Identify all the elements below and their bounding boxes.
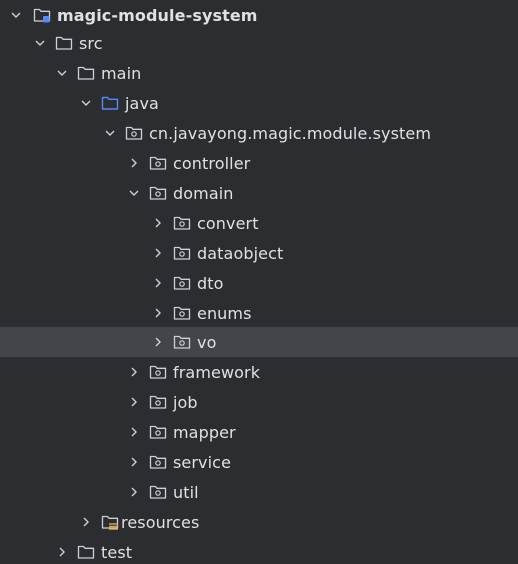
- chevron-right-icon[interactable]: [127, 365, 141, 379]
- chevron-right-icon[interactable]: [127, 455, 141, 469]
- package-icon: [125, 124, 143, 142]
- package-icon: [173, 304, 191, 322]
- tree-item-label: util: [173, 482, 199, 502]
- package-icon: [149, 453, 167, 471]
- tree-item-dto[interactable]: dto: [0, 268, 518, 298]
- folder-icon: [77, 543, 95, 561]
- tree-item-label: controller: [173, 153, 251, 173]
- tree-item-job[interactable]: job: [0, 387, 518, 417]
- chevron-right-icon[interactable]: [151, 276, 165, 290]
- chevron-right-icon[interactable]: [79, 515, 93, 529]
- tree-item-label: dto: [197, 273, 224, 293]
- tree-item-label: framework: [173, 362, 261, 382]
- package-icon: [173, 274, 191, 292]
- chevron-right-icon[interactable]: [151, 216, 165, 230]
- module-folder-icon: [33, 6, 51, 24]
- tree-item-label: java: [125, 93, 159, 113]
- package-icon: [149, 423, 167, 441]
- tree-item-service[interactable]: service: [0, 447, 518, 477]
- tree-item-mapper[interactable]: mapper: [0, 417, 518, 447]
- tree-item-convert[interactable]: convert: [0, 208, 518, 238]
- package-icon: [149, 393, 167, 411]
- chevron-down-icon[interactable]: [103, 126, 117, 140]
- tree-item-test[interactable]: test: [0, 537, 518, 564]
- package-icon: [149, 363, 167, 381]
- tree-item-label: test: [101, 542, 133, 562]
- tree-item-label: service: [173, 452, 232, 472]
- package-icon: [173, 214, 191, 232]
- tree-item-label: main: [101, 63, 142, 83]
- folder-icon: [55, 34, 73, 52]
- chevron-right-icon[interactable]: [127, 425, 141, 439]
- tree-item-label: resources: [121, 512, 200, 532]
- tree-item-framework[interactable]: framework: [0, 357, 518, 387]
- tree-item-label: mapper: [173, 422, 236, 442]
- chevron-right-icon[interactable]: [127, 485, 141, 499]
- tree-item-vo[interactable]: vo: [0, 327, 518, 357]
- chevron-right-icon[interactable]: [127, 156, 141, 170]
- chevron-down-icon[interactable]: [79, 96, 93, 110]
- package-icon: [149, 483, 167, 501]
- tree-item-label: src: [79, 33, 103, 53]
- tree-item-label: convert: [197, 213, 259, 233]
- tree-item-label: vo: [197, 332, 217, 352]
- chevron-down-icon[interactable]: [9, 8, 23, 22]
- project-tree: magic-module-system src main java cn.jav…: [0, 0, 518, 564]
- tree-item-src[interactable]: src: [0, 28, 518, 58]
- chevron-down-icon[interactable]: [127, 186, 141, 200]
- package-icon: [149, 184, 167, 202]
- tree-item-main[interactable]: main: [0, 58, 518, 88]
- folder-icon: [77, 64, 95, 82]
- chevron-right-icon[interactable]: [151, 335, 165, 349]
- chevron-right-icon[interactable]: [151, 246, 165, 260]
- package-icon: [173, 244, 191, 262]
- tree-item-util[interactable]: util: [0, 477, 518, 507]
- tree-item-label: dataobject: [197, 243, 284, 263]
- tree-item-label: magic-module-system: [57, 5, 258, 25]
- tree-item-resources[interactable]: resources: [0, 507, 518, 537]
- chevron-right-icon[interactable]: [127, 395, 141, 409]
- tree-item-domain[interactable]: domain: [0, 178, 518, 208]
- tree-item-magic-module-system[interactable]: magic-module-system: [0, 0, 518, 30]
- tree-item-dataobject[interactable]: dataobject: [0, 238, 518, 268]
- package-icon: [173, 333, 191, 351]
- chevron-right-icon[interactable]: [151, 306, 165, 320]
- tree-item-java[interactable]: java: [0, 88, 518, 118]
- tree-item-package[interactable]: cn.javayong.magic.module.system: [0, 118, 518, 148]
- tree-item-controller[interactable]: controller: [0, 148, 518, 178]
- chevron-right-icon[interactable]: [55, 545, 69, 559]
- chevron-down-icon[interactable]: [55, 66, 69, 80]
- tree-item-label: enums: [197, 303, 252, 323]
- chevron-down-icon[interactable]: [33, 36, 47, 50]
- package-icon: [149, 154, 167, 172]
- resources-root-folder-icon: [101, 513, 119, 531]
- tree-item-label: cn.javayong.magic.module.system: [149, 123, 432, 143]
- tree-item-label: job: [173, 392, 198, 412]
- source-root-folder-icon: [101, 94, 119, 112]
- tree-item-label: domain: [173, 183, 234, 203]
- tree-item-enums[interactable]: enums: [0, 298, 518, 328]
